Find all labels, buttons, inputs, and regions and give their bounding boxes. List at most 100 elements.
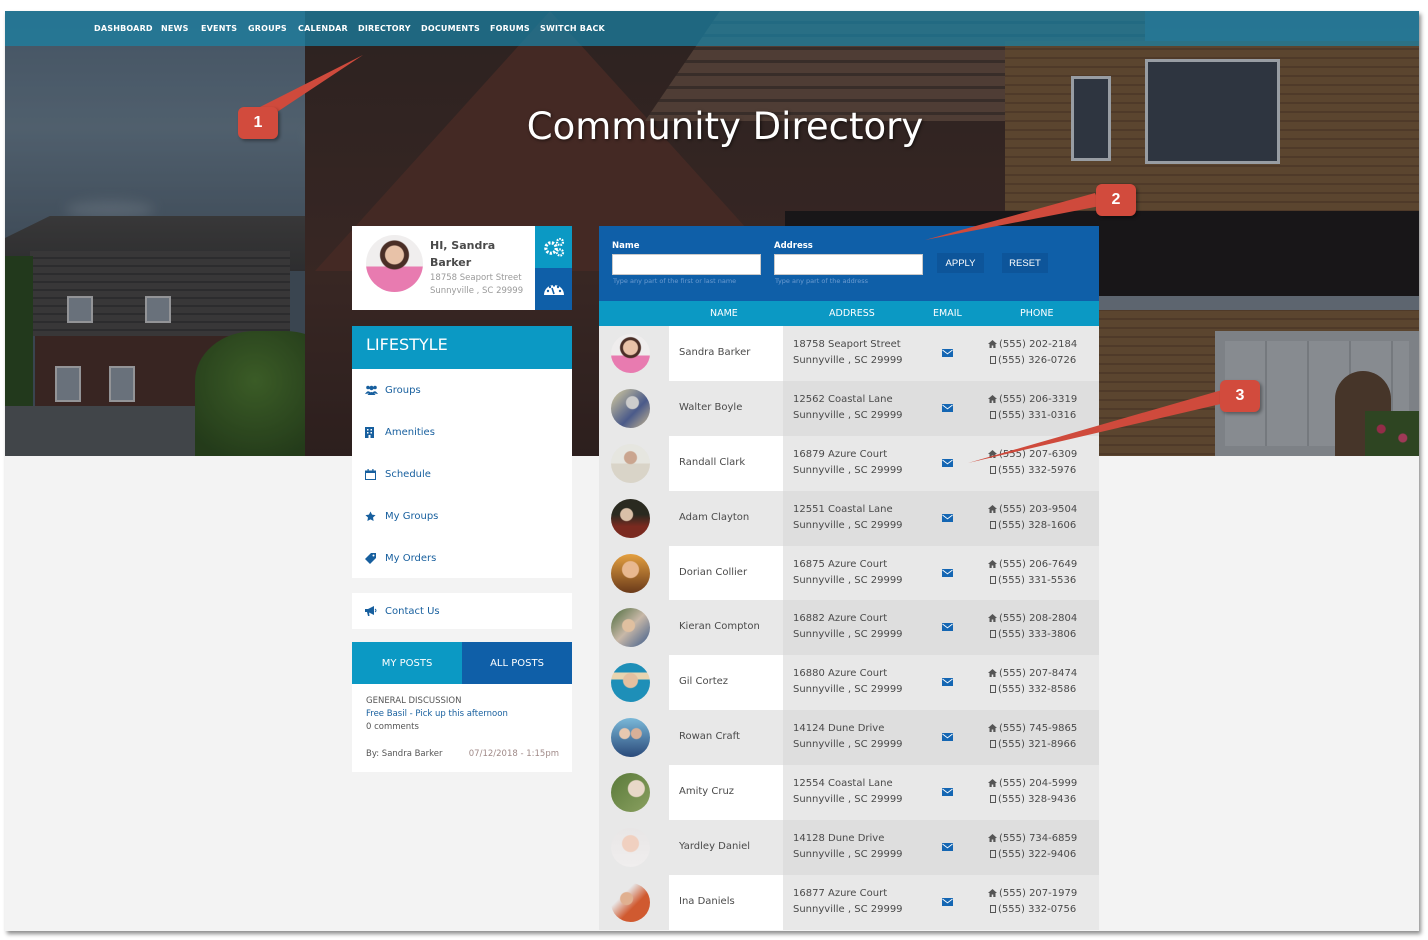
table-row: Amity Cruz 12554 Coastal Lane Sunnyville… bbox=[599, 765, 1099, 821]
star-icon bbox=[365, 510, 381, 522]
email-icon[interactable] bbox=[942, 623, 953, 632]
resident-name: Gil Cortez bbox=[679, 676, 729, 688]
resident-avatar[interactable] bbox=[611, 443, 650, 483]
lifestyle-menu: LIFESTYLE Groups Amenities Schedule My G… bbox=[352, 326, 572, 578]
resident-avatar[interactable] bbox=[611, 773, 650, 813]
directory-table-body: Sandra Barker 18758 Seaport Street Sunny… bbox=[599, 326, 1099, 930]
resident-avatar[interactable] bbox=[611, 334, 650, 373]
home-phone: (555) 207-8474 bbox=[988, 668, 1077, 679]
table-row: Adam Clayton 12551 Coastal Lane Sunnyvil… bbox=[599, 490, 1099, 546]
sidebar-item-schedule[interactable]: Schedule bbox=[352, 453, 572, 495]
user-avatar[interactable] bbox=[366, 235, 423, 292]
home-phone-number: (555) 204-5999 bbox=[999, 778, 1078, 790]
home-phone-number: (555) 207-1979 bbox=[999, 887, 1078, 899]
column-header-address[interactable]: ADDRESS bbox=[829, 308, 875, 319]
details-cell bbox=[783, 655, 1099, 711]
resident-name: Amity Cruz bbox=[679, 786, 735, 798]
post-title-link[interactable]: Free Basil - Pick up this afternoon bbox=[366, 709, 508, 719]
calendar-icon bbox=[365, 468, 381, 480]
post-comments: 0 comments bbox=[366, 722, 419, 732]
resident-address-line1: 12551 Coastal Lane bbox=[793, 503, 893, 515]
contact-us-label: Contact Us bbox=[385, 605, 440, 617]
email-icon[interactable] bbox=[942, 349, 953, 357]
sidebar-item-label: My Groups bbox=[385, 510, 439, 522]
post-date: 07/12/2018 - 1:15pm bbox=[468, 749, 559, 759]
sidebar-item-label: Groups bbox=[385, 384, 421, 396]
nav-directory[interactable]: DIRECTORY bbox=[358, 24, 411, 33]
nav-calendar[interactable]: CALENDAR bbox=[298, 24, 348, 33]
email-icon[interactable] bbox=[942, 788, 953, 797]
nav-groups[interactable]: GROUPS bbox=[248, 24, 287, 33]
settings-button[interactable] bbox=[535, 226, 572, 268]
home-icon bbox=[988, 559, 997, 568]
resident-address-line2: Sunnyville , SC 29999 bbox=[793, 903, 903, 915]
resident-avatar[interactable] bbox=[611, 882, 650, 922]
resident-avatar[interactable] bbox=[611, 828, 650, 868]
resident-avatar[interactable] bbox=[611, 553, 650, 593]
sidebar-item-amenities[interactable]: Amenities bbox=[352, 411, 572, 453]
post-category: GENERAL DISCUSSION bbox=[366, 696, 462, 706]
home-icon bbox=[988, 614, 997, 623]
resident-avatar[interactable] bbox=[611, 498, 650, 538]
resident-avatar[interactable] bbox=[611, 718, 650, 758]
sidebar-item-label: My Orders bbox=[385, 552, 437, 564]
email-icon[interactable] bbox=[942, 513, 953, 522]
profile-card: HI, Sandra Barker 18758 Seaport Street S… bbox=[352, 226, 572, 310]
home-phone-number: (555) 206-3319 bbox=[999, 393, 1078, 405]
contact-us-link[interactable]: Contact Us bbox=[352, 593, 572, 629]
home-phone-number: (555) 207-8474 bbox=[999, 668, 1078, 680]
column-header-email[interactable]: EMAIL bbox=[933, 308, 962, 319]
email-icon[interactable] bbox=[942, 568, 953, 577]
nav-switch-back[interactable]: SWITCH BACK bbox=[540, 24, 605, 33]
email-icon[interactable] bbox=[942, 843, 953, 852]
email-icon[interactable] bbox=[942, 678, 953, 687]
home-icon bbox=[988, 724, 997, 733]
table-row: Ina Daniels 16877 Azure Court Sunnyville… bbox=[599, 874, 1099, 930]
email-icon[interactable] bbox=[942, 733, 953, 742]
nav-news[interactable]: NEWS bbox=[161, 24, 189, 33]
posts-widget: MY POSTS ALL POSTS GENERAL DISCUSSION Fr… bbox=[352, 642, 572, 772]
resident-address-line2: Sunnyville , SC 29999 bbox=[793, 684, 903, 696]
users-icon bbox=[365, 385, 381, 395]
dashboard-button[interactable] bbox=[535, 268, 572, 310]
nav-forums[interactable]: FORUMS bbox=[490, 24, 530, 33]
sidebar-item-my-orders[interactable]: My Orders bbox=[352, 537, 572, 579]
tab-my-posts[interactable]: MY POSTS bbox=[352, 642, 462, 684]
lifestyle-title: LIFESTYLE bbox=[352, 326, 572, 369]
mobile-phone-icon bbox=[990, 795, 996, 804]
name-filter-input[interactable] bbox=[612, 254, 761, 275]
mobile-phone: (555) 333-3806 bbox=[990, 629, 1076, 640]
resident-name: Sandra Barker bbox=[679, 347, 751, 358]
resident-address-line1: 16882 Azure Court bbox=[793, 613, 888, 625]
reset-button[interactable]: RESET bbox=[1002, 253, 1048, 273]
sidebar-item-label: Amenities bbox=[385, 426, 435, 438]
mobile-phone-icon bbox=[990, 850, 996, 859]
resident-address-line1: 16877 Azure Court bbox=[793, 887, 888, 899]
mobile-phone: (555) 332-8586 bbox=[990, 684, 1076, 695]
post-author: By: Sandra Barker bbox=[366, 749, 443, 759]
email-icon[interactable] bbox=[942, 897, 953, 906]
address-filter-input[interactable] bbox=[774, 254, 923, 275]
resident-address-line1: 14124 Dune Drive bbox=[793, 723, 885, 735]
column-header-phone[interactable]: PHONE bbox=[1020, 308, 1053, 319]
nav-events[interactable]: EVENTS bbox=[201, 24, 237, 33]
nav-documents[interactable]: DOCUMENTS bbox=[421, 24, 480, 33]
apply-button[interactable]: APPLY bbox=[937, 253, 984, 273]
sidebar-item-groups[interactable]: Groups bbox=[352, 369, 572, 411]
details-cell bbox=[783, 435, 1099, 491]
table-row: Randall Clark 16879 Azure Court Sunnyvil… bbox=[599, 435, 1099, 491]
column-header-name[interactable]: NAME bbox=[710, 308, 738, 319]
details-cell bbox=[783, 326, 1099, 381]
nav-dashboard[interactable]: DASHBOARD bbox=[94, 24, 153, 33]
mobile-phone-number: (555) 322-9406 bbox=[998, 849, 1077, 861]
resident-address-line1: 12562 Coastal Lane bbox=[793, 393, 893, 405]
sidebar-item-my-groups[interactable]: My Groups bbox=[352, 495, 572, 537]
resident-avatar[interactable] bbox=[611, 388, 650, 428]
email-icon[interactable] bbox=[942, 403, 953, 412]
home-phone: (555) 203-9504 bbox=[988, 504, 1077, 515]
home-phone-number: (555) 206-7649 bbox=[999, 558, 1078, 570]
email-icon[interactable] bbox=[942, 458, 953, 467]
tab-all-posts[interactable]: ALL POSTS bbox=[462, 642, 572, 684]
resident-address-line1: 14128 Dune Drive bbox=[793, 833, 885, 845]
mobile-phone: (555) 328-1606 bbox=[990, 520, 1076, 531]
